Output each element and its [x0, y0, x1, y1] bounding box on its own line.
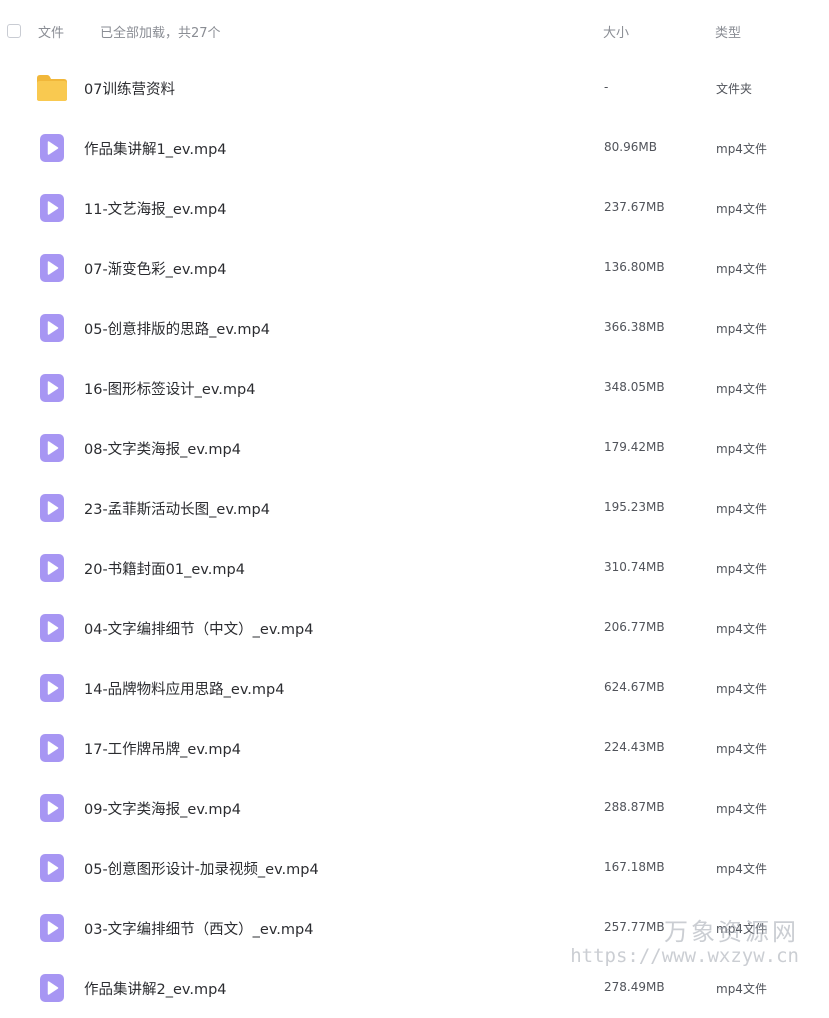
file-name[interactable]: 作品集讲解2_ev.mp4 — [84, 978, 227, 999]
file-name[interactable]: 07-渐变色彩_ev.mp4 — [84, 258, 226, 279]
file-type: mp4文件 — [716, 142, 767, 156]
file-list-header: 文件 已全部加载，共27个 大小 类型 — [0, 0, 829, 62]
file-list: 07训练营资料 - 文件夹 作品集讲解1_ev.mp4 80.96MB mp4文件 11-文… — [0, 58, 829, 1018]
file-size: 278.49MB — [604, 980, 665, 994]
file-type: mp4文件 — [716, 262, 767, 276]
file-name[interactable]: 作品集讲解1_ev.mp4 — [84, 138, 227, 159]
file-row[interactable]: 09-文字类海报_ev.mp4 288.87MB mp4文件 — [0, 778, 829, 838]
file-size: 288.87MB — [604, 800, 665, 814]
load-status-text: 已全部加载，共27个 — [100, 26, 221, 41]
file-type: mp4文件 — [716, 202, 767, 216]
video-file-icon — [36, 493, 68, 523]
file-size: 206.77MB — [604, 620, 665, 634]
file-name[interactable]: 05-创意排版的思路_ev.mp4 — [84, 318, 270, 339]
file-name[interactable]: 05-创意图形设计-加录视频_ev.mp4 — [84, 858, 319, 879]
file-size: 310.74MB — [604, 560, 665, 574]
file-row[interactable]: 08-文字类海报_ev.mp4 179.42MB mp4文件 — [0, 418, 829, 478]
file-row[interactable]: 17-工作牌吊牌_ev.mp4 224.43MB mp4文件 — [0, 718, 829, 778]
file-row[interactable]: 11-文艺海报_ev.mp4 237.67MB mp4文件 — [0, 178, 829, 238]
file-name[interactable]: 20-书籍封面01_ev.mp4 — [84, 558, 245, 579]
file-type: mp4文件 — [716, 922, 767, 936]
video-file-icon — [36, 433, 68, 463]
file-row[interactable]: 05-创意排版的思路_ev.mp4 366.38MB mp4文件 — [0, 298, 829, 358]
file-name[interactable]: 11-文艺海报_ev.mp4 — [84, 198, 226, 219]
file-size: 167.18MB — [604, 860, 665, 874]
file-type: mp4文件 — [716, 322, 767, 336]
file-type: mp4文件 — [716, 682, 767, 696]
file-row[interactable]: 05-创意图形设计-加录视频_ev.mp4 167.18MB mp4文件 — [0, 838, 829, 898]
video-file-icon — [36, 613, 68, 643]
video-file-icon — [36, 193, 68, 223]
file-name[interactable]: 09-文字类海报_ev.mp4 — [84, 798, 241, 819]
file-size: 366.38MB — [604, 320, 665, 334]
video-file-icon — [36, 373, 68, 403]
file-size: 348.05MB — [604, 380, 665, 394]
file-type: mp4文件 — [716, 982, 767, 996]
video-file-icon — [36, 133, 68, 163]
column-header-file[interactable]: 文件 — [38, 22, 64, 41]
file-name[interactable]: 23-孟菲斯活动长图_ev.mp4 — [84, 498, 270, 519]
file-size: 179.42MB — [604, 440, 665, 454]
file-type: mp4文件 — [716, 562, 767, 576]
file-name[interactable]: 07训练营资料 — [84, 78, 175, 99]
file-row[interactable]: 16-图形标签设计_ev.mp4 348.05MB mp4文件 — [0, 358, 829, 418]
file-size: 195.23MB — [604, 500, 665, 514]
file-name[interactable]: 16-图形标签设计_ev.mp4 — [84, 378, 255, 399]
file-type: mp4文件 — [716, 382, 767, 396]
file-size: 80.96MB — [604, 140, 657, 154]
file-row[interactable]: 07训练营资料 - 文件夹 — [0, 58, 829, 118]
video-file-icon — [36, 793, 68, 823]
file-row[interactable]: 20-书籍封面01_ev.mp4 310.74MB mp4文件 — [0, 538, 829, 598]
file-type: mp4文件 — [716, 862, 767, 876]
select-all-checkbox[interactable] — [7, 24, 21, 38]
file-row[interactable]: 04-文字编排细节（中文）_ev.mp4 206.77MB mp4文件 — [0, 598, 829, 658]
video-file-icon — [36, 253, 68, 283]
file-name[interactable]: 03-文字编排细节（西文）_ev.mp4 — [84, 918, 313, 939]
file-size: - — [604, 80, 609, 94]
file-size: 224.43MB — [604, 740, 665, 754]
file-size: 237.67MB — [604, 200, 665, 214]
video-file-icon — [36, 913, 68, 943]
file-type: mp4文件 — [716, 622, 767, 636]
file-name[interactable]: 04-文字编排细节（中文）_ev.mp4 — [84, 618, 313, 639]
video-file-icon — [36, 313, 68, 343]
file-row[interactable]: 作品集讲解2_ev.mp4 278.49MB mp4文件 — [0, 958, 829, 1018]
file-type: 文件夹 — [716, 82, 753, 96]
file-type: mp4文件 — [716, 742, 767, 756]
file-row[interactable]: 23-孟菲斯活动长图_ev.mp4 195.23MB mp4文件 — [0, 478, 829, 538]
file-name[interactable]: 08-文字类海报_ev.mp4 — [84, 438, 241, 459]
file-row[interactable]: 作品集讲解1_ev.mp4 80.96MB mp4文件 — [0, 118, 829, 178]
video-file-icon — [36, 853, 68, 883]
file-type: mp4文件 — [716, 502, 767, 516]
video-file-icon — [36, 553, 68, 583]
video-file-icon — [36, 733, 68, 763]
file-name[interactable]: 14-品牌物料应用思路_ev.mp4 — [84, 678, 284, 699]
column-header-type[interactable]: 类型 — [715, 22, 741, 41]
file-size: 136.80MB — [604, 260, 665, 274]
file-name[interactable]: 17-工作牌吊牌_ev.mp4 — [84, 738, 241, 759]
folder-icon — [36, 73, 68, 103]
file-row[interactable]: 07-渐变色彩_ev.mp4 136.80MB mp4文件 — [0, 238, 829, 298]
file-type: mp4文件 — [716, 802, 767, 816]
column-header-size[interactable]: 大小 — [603, 22, 629, 41]
file-row[interactable]: 14-品牌物料应用思路_ev.mp4 624.67MB mp4文件 — [0, 658, 829, 718]
file-size: 257.77MB — [604, 920, 665, 934]
video-file-icon — [36, 973, 68, 1003]
video-file-icon — [36, 673, 68, 703]
file-size: 624.67MB — [604, 680, 665, 694]
file-row[interactable]: 03-文字编排细节（西文）_ev.mp4 257.77MB mp4文件 — [0, 898, 829, 958]
file-type: mp4文件 — [716, 442, 767, 456]
